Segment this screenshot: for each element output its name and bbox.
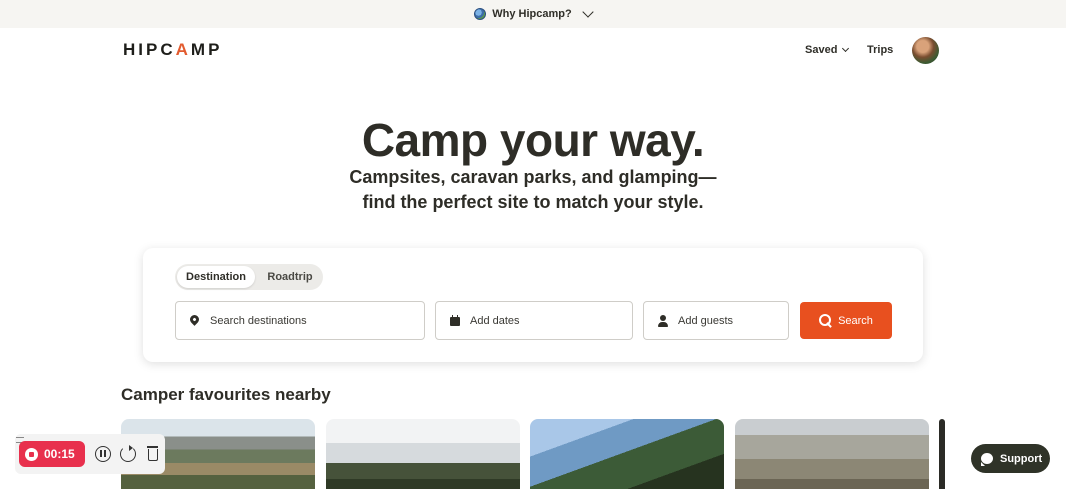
site-header: HIPCAMP Saved Trips — [0, 28, 1066, 72]
section-title: Camper favourites nearby — [121, 385, 331, 404]
stop-recording-button[interactable]: 00:15 — [19, 441, 85, 467]
restart-icon[interactable] — [120, 445, 136, 462]
globe-icon — [474, 8, 487, 20]
dates-field[interactable]: Add dates — [435, 301, 633, 340]
chevron-down-icon — [842, 44, 850, 53]
guests-field[interactable]: Add guests — [643, 301, 789, 340]
destination-placeholder: Search destinations — [210, 314, 307, 327]
recording-timer: 00:15 — [44, 447, 75, 461]
guests-placeholder: Add guests — [678, 314, 734, 327]
tab-destination[interactable]: Destination — [177, 266, 255, 288]
avatar[interactable] — [912, 37, 939, 64]
support-button[interactable]: Support — [971, 444, 1050, 473]
chat-bubble-icon — [981, 453, 993, 466]
saved-menu[interactable]: Saved — [805, 44, 850, 56]
tab-roadtrip[interactable]: Roadtrip — [259, 266, 321, 288]
user-icon — [656, 314, 670, 328]
campsite-card-image[interactable] — [530, 419, 724, 489]
campsite-card-image[interactable] — [326, 419, 520, 489]
support-label: Support — [1000, 452, 1043, 465]
chevron-down-icon — [582, 6, 594, 18]
hero-subtitle: Campsites, caravan parks, and glamping—f… — [349, 167, 717, 212]
destination-search-input[interactable]: Search destinations — [175, 301, 425, 340]
saved-label: Saved — [805, 44, 838, 56]
trash-icon[interactable] — [145, 446, 161, 462]
campsite-card-image[interactable] — [939, 419, 945, 489]
search-card: Destination Roadtrip Search destinations… — [143, 248, 923, 362]
location-pin-icon — [188, 312, 202, 328]
campsite-card-image[interactable] — [735, 419, 929, 489]
pause-icon[interactable] — [95, 446, 111, 462]
logo-text-accent: A — [175, 40, 191, 59]
hero-title: Camp your way. — [361, 114, 705, 166]
search-icon — [819, 314, 832, 327]
announcement-bar[interactable]: Why Hipcamp? — [0, 0, 1066, 28]
logo-text-start: HIPC — [123, 40, 176, 59]
stop-icon — [25, 447, 38, 461]
hipcamp-logo[interactable]: HIPCAMP — [123, 40, 222, 60]
logo-text-end: MP — [190, 40, 223, 59]
dates-placeholder: Add dates — [470, 314, 520, 327]
search-button-label: Search — [838, 314, 873, 327]
trips-link[interactable]: Trips — [867, 44, 893, 56]
calendar-icon — [448, 314, 462, 328]
search-button[interactable]: Search — [800, 302, 892, 339]
search-mode-toggle: Destination Roadtrip — [175, 264, 323, 290]
announcement-text: Why Hipcamp? — [492, 8, 572, 20]
